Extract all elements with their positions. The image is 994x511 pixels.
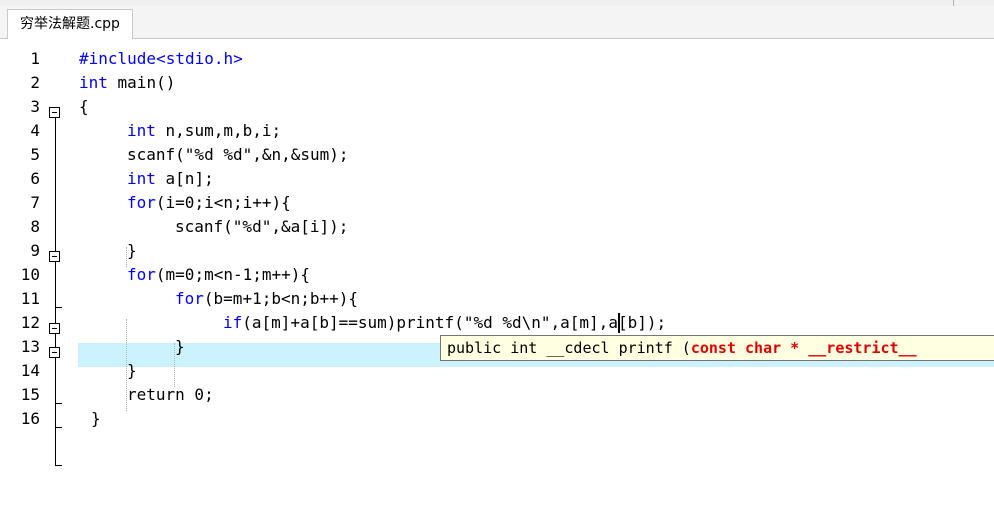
code-keyword: for [127,265,156,284]
code-line: } [91,407,101,431]
line-number: 14 [20,361,40,380]
code-text: (i=0;i<n;i++){ [155,193,291,212]
code-editor[interactable]: 1 2 3 4 5 6 7 8 9 10 11 12 13 14 15 16 #… [0,39,994,511]
code-line: for(b=m+1;b<n;b++){ [175,287,358,311]
line-number: 3 [30,97,40,116]
code-text: } [91,409,101,428]
code-text: } [175,337,185,356]
line-number: 11 [20,289,40,308]
code-text: #include<stdio.h> [79,49,243,68]
fold-toggle-icon[interactable] [49,323,60,334]
code-line: int a[n]; [127,167,214,191]
tooltip-current-param: const char * __restrict__ [690,339,917,357]
code-keyword: if [223,313,243,332]
line-number: 2 [30,73,40,92]
code-line: if(a[m]+a[b]==sum)printf("%d %d\n",a[m],… [223,311,666,335]
tab-file[interactable]: 穷举法解题.cpp [7,9,133,39]
code-keyword: for [175,289,204,308]
code-line: } [175,335,185,359]
tab-bar: 穷举法解题.cpp [0,6,994,39]
code-line: { [79,95,89,119]
code-text: n,sum,m,b,i; [155,121,282,140]
code-line: for(i=0;i<n;i++){ [127,191,291,215]
code-keyword: int [127,121,156,140]
line-number: 15 [20,385,40,404]
code-line: int n,sum,m,b,i; [127,119,281,143]
code-text: a[n]; [155,169,214,188]
fold-end-marker [55,403,62,404]
text-caret [618,313,620,333]
code-keyword: for [127,193,156,212]
line-number: 7 [30,193,40,212]
fold-end-marker [55,427,62,428]
fold-toggle-icon[interactable] [49,107,60,118]
code-line: return 0; [127,383,214,407]
line-number: 12 [20,313,40,332]
code-line: scanf("%d",&a[i]); [175,215,348,239]
line-number: 4 [30,121,40,140]
line-number: 8 [30,217,40,236]
code-line: #include<stdio.h> [79,47,243,71]
line-number: 1 [30,49,40,68]
line-number: 9 [30,241,40,260]
code-text: main() [107,73,176,92]
line-number: 10 [20,265,40,284]
code-text: } [127,361,137,380]
code-text: (m=0;m<n-1;m++){ [155,265,311,284]
line-number: 16 [20,409,40,428]
fold-end-marker [55,465,62,466]
code-keyword: int [79,73,108,92]
fold-line [55,113,56,465]
code-text: scanf("%d %d",&n,&sum); [127,145,349,164]
code-text: { [79,97,89,116]
code-line: int main() [79,71,175,95]
fold-toggle-icon[interactable] [49,251,60,262]
fold-end-marker [55,307,62,308]
code-line: for(m=0;m<n-1;m++){ [127,263,310,287]
function-signature-tooltip: public int __cdecl printf (const char * … [440,335,994,361]
line-number: 6 [30,169,40,188]
code-text: scanf("%d",&a[i]); [175,217,349,236]
fold-toggle-icon[interactable] [49,347,60,358]
code-text: (b=m+1;b<n;b++){ [203,289,359,308]
code-line: scanf("%d %d",&n,&sum); [127,143,349,167]
tooltip-signature: public int __cdecl printf ( [447,339,691,357]
line-number: 13 [20,337,40,356]
line-number: 5 [30,145,40,164]
code-text: } [127,241,137,260]
code-text: (a[m]+a[b]==sum)printf("%d %d\n",a[m],a[… [242,313,667,332]
code-line: } [127,239,137,263]
code-keyword: int [127,169,156,188]
code-text: return 0; [127,385,214,404]
code-line: } [127,359,137,383]
